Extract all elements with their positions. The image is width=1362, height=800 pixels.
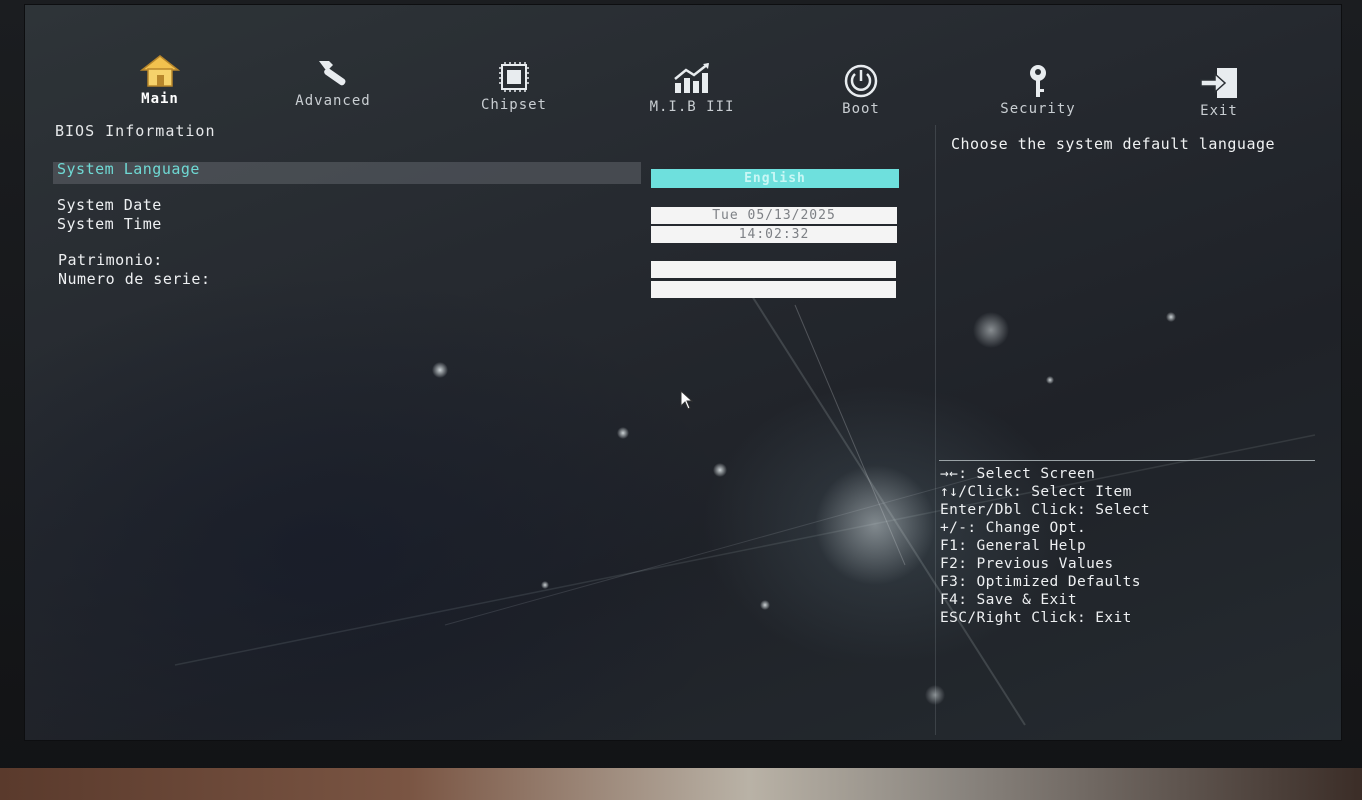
key-legend: →←: Select Screen ↑↓/Click: Select Item … [940, 465, 1150, 627]
tab-main[interactable]: Main [129, 53, 191, 107]
keys-separator [939, 460, 1315, 461]
key-hint: F4: Save & Exit [940, 592, 1077, 608]
tab-boot-label: Boot [842, 101, 880, 117]
tab-exit[interactable]: Exit [1191, 65, 1247, 119]
help-panel-divider [935, 125, 936, 735]
serial-number-label[interactable]: Numero de serie: [58, 270, 211, 288]
help-description: Choose the system default language [951, 135, 1276, 153]
key-hint: Enter/Dbl Click: Select [940, 502, 1150, 518]
key-hint: F2: Previous Values [940, 556, 1114, 572]
key-icon [1030, 65, 1046, 97]
key-hint: F3: Optimized Defaults [940, 574, 1141, 590]
power-icon [844, 64, 878, 98]
system-date-field[interactable]: Tue 05/13/2025 [651, 207, 897, 224]
tab-exit-label: Exit [1200, 103, 1238, 119]
patrimonio-label[interactable]: Patrimonio: [58, 251, 163, 269]
starfield-background [174, 284, 1316, 726]
key-hint: +/-: Change Opt. [940, 520, 1087, 536]
key-hint: ↑↓/Click: Select Item [940, 484, 1132, 500]
tab-mib-label: M.I.B III [649, 99, 735, 115]
tab-advanced-label: Advanced [295, 93, 371, 109]
tab-boot[interactable]: Boot [831, 63, 891, 117]
system-language-value[interactable]: English [651, 169, 899, 188]
section-title: BIOS Information [55, 122, 216, 140]
patrimonio-field[interactable] [651, 261, 896, 278]
tab-mib[interactable]: M.I.B III [637, 61, 747, 115]
bios-screen: Main Advanced Chipset M.I.B III Boot Sec… [24, 4, 1342, 741]
wrench-icon [319, 61, 346, 86]
tab-chipset-label: Chipset [480, 97, 547, 113]
key-hint: F1: General Help [940, 538, 1087, 554]
system-date-label[interactable]: System Date [57, 196, 162, 214]
system-time-field[interactable]: 14:02:32 [651, 226, 897, 243]
key-hint: ESC/Right Click: Exit [940, 610, 1132, 626]
exit-icon [1200, 68, 1237, 98]
home-icon [139, 55, 181, 87]
desk-background [0, 768, 1362, 800]
serial-number-field[interactable] [651, 281, 896, 298]
tab-main-label: Main [141, 91, 179, 107]
tab-security[interactable]: Security [993, 63, 1083, 117]
tab-security-label: Security [1000, 101, 1076, 117]
chip-icon [499, 62, 529, 92]
system-time-label[interactable]: System Time [57, 215, 162, 233]
system-language-label[interactable]: System Language [57, 160, 200, 178]
tab-advanced[interactable]: Advanced [283, 55, 383, 109]
chart-icon [674, 63, 709, 93]
key-hint: →←: Select Screen [940, 466, 1096, 482]
mouse-cursor-icon [680, 390, 694, 410]
tab-chipset[interactable]: Chipset [469, 59, 559, 113]
